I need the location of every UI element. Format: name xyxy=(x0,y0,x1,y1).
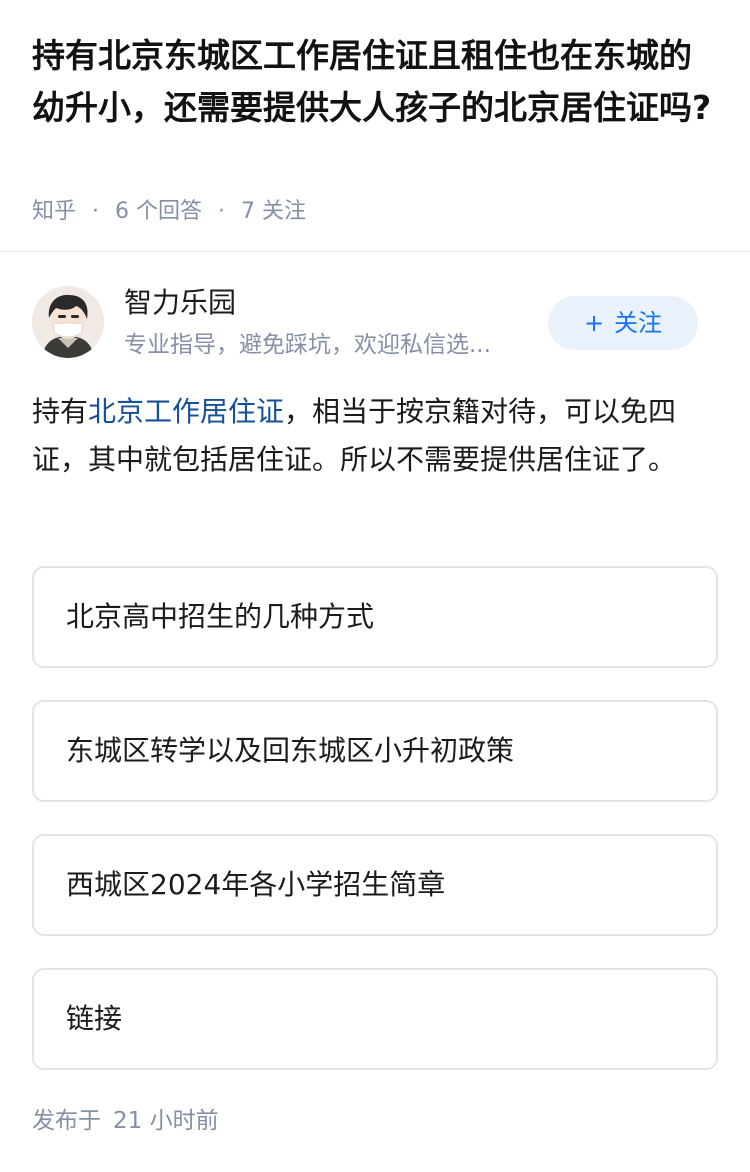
author-row: 智力乐园 专业指导，避免踩坑，欢迎私信选... + 关注 xyxy=(32,286,718,362)
question-header: 持有北京东城区工作居住证且租住也在东城的幼升小，还需要提供大人孩子的北京居住证吗… xyxy=(0,0,750,252)
avatar-cartoon-icon xyxy=(32,286,104,358)
avatar[interactable] xyxy=(32,286,104,358)
link-card[interactable]: 北京高中招生的几种方式 xyxy=(32,566,718,668)
follow-label: 关注 xyxy=(614,309,663,337)
meta-separator: · xyxy=(218,199,226,224)
source-label[interactable]: 知乎 xyxy=(32,199,76,224)
plus-icon: + xyxy=(583,309,605,337)
publish-prefix: 发布于 xyxy=(32,1108,101,1134)
publish-time: 发布于 21 小时前 xyxy=(32,1104,219,1138)
question-title[interactable]: 持有北京东城区工作居住证且租住也在东城的幼升小，还需要提供大人孩子的北京居住证吗… xyxy=(32,30,722,134)
author-bio: 专业指导，避免踩坑，欢迎私信选... xyxy=(124,332,491,358)
follow-button[interactable]: + 关注 xyxy=(548,296,698,350)
answers-count[interactable]: 6 个回答 xyxy=(115,199,202,224)
link-card[interactable]: 东城区转学以及回东城区小升初政策 xyxy=(32,700,718,802)
question-meta: 知乎 · 6 个回答 · 7 关注 xyxy=(32,196,306,228)
meta-separator: · xyxy=(92,199,100,224)
answer-text-prefix: 持有 xyxy=(32,395,89,428)
followers-count: 7 关注 xyxy=(241,199,307,224)
link-card[interactable]: 链接 xyxy=(32,968,718,1070)
inline-link-work-residence-permit[interactable]: 北京工作居住证 xyxy=(88,395,284,428)
link-card-list: 北京高中招生的几种方式 东城区转学以及回东城区小升初政策 西城区2024年各小学… xyxy=(32,566,718,1102)
link-card[interactable]: 西城区2024年各小学招生简章 xyxy=(32,834,718,936)
publish-time-value: 21 小时前 xyxy=(113,1108,219,1134)
answer-content: 持有北京工作居住证，相当于按京籍对待，可以免四证，其中就包括居住证。所以不需要提… xyxy=(32,388,718,484)
answer-page: 持有北京东城区工作居住证且租住也在东城的幼升小，还需要提供大人孩子的北京居住证吗… xyxy=(0,0,750,1172)
author-name[interactable]: 智力乐园 xyxy=(124,284,236,322)
